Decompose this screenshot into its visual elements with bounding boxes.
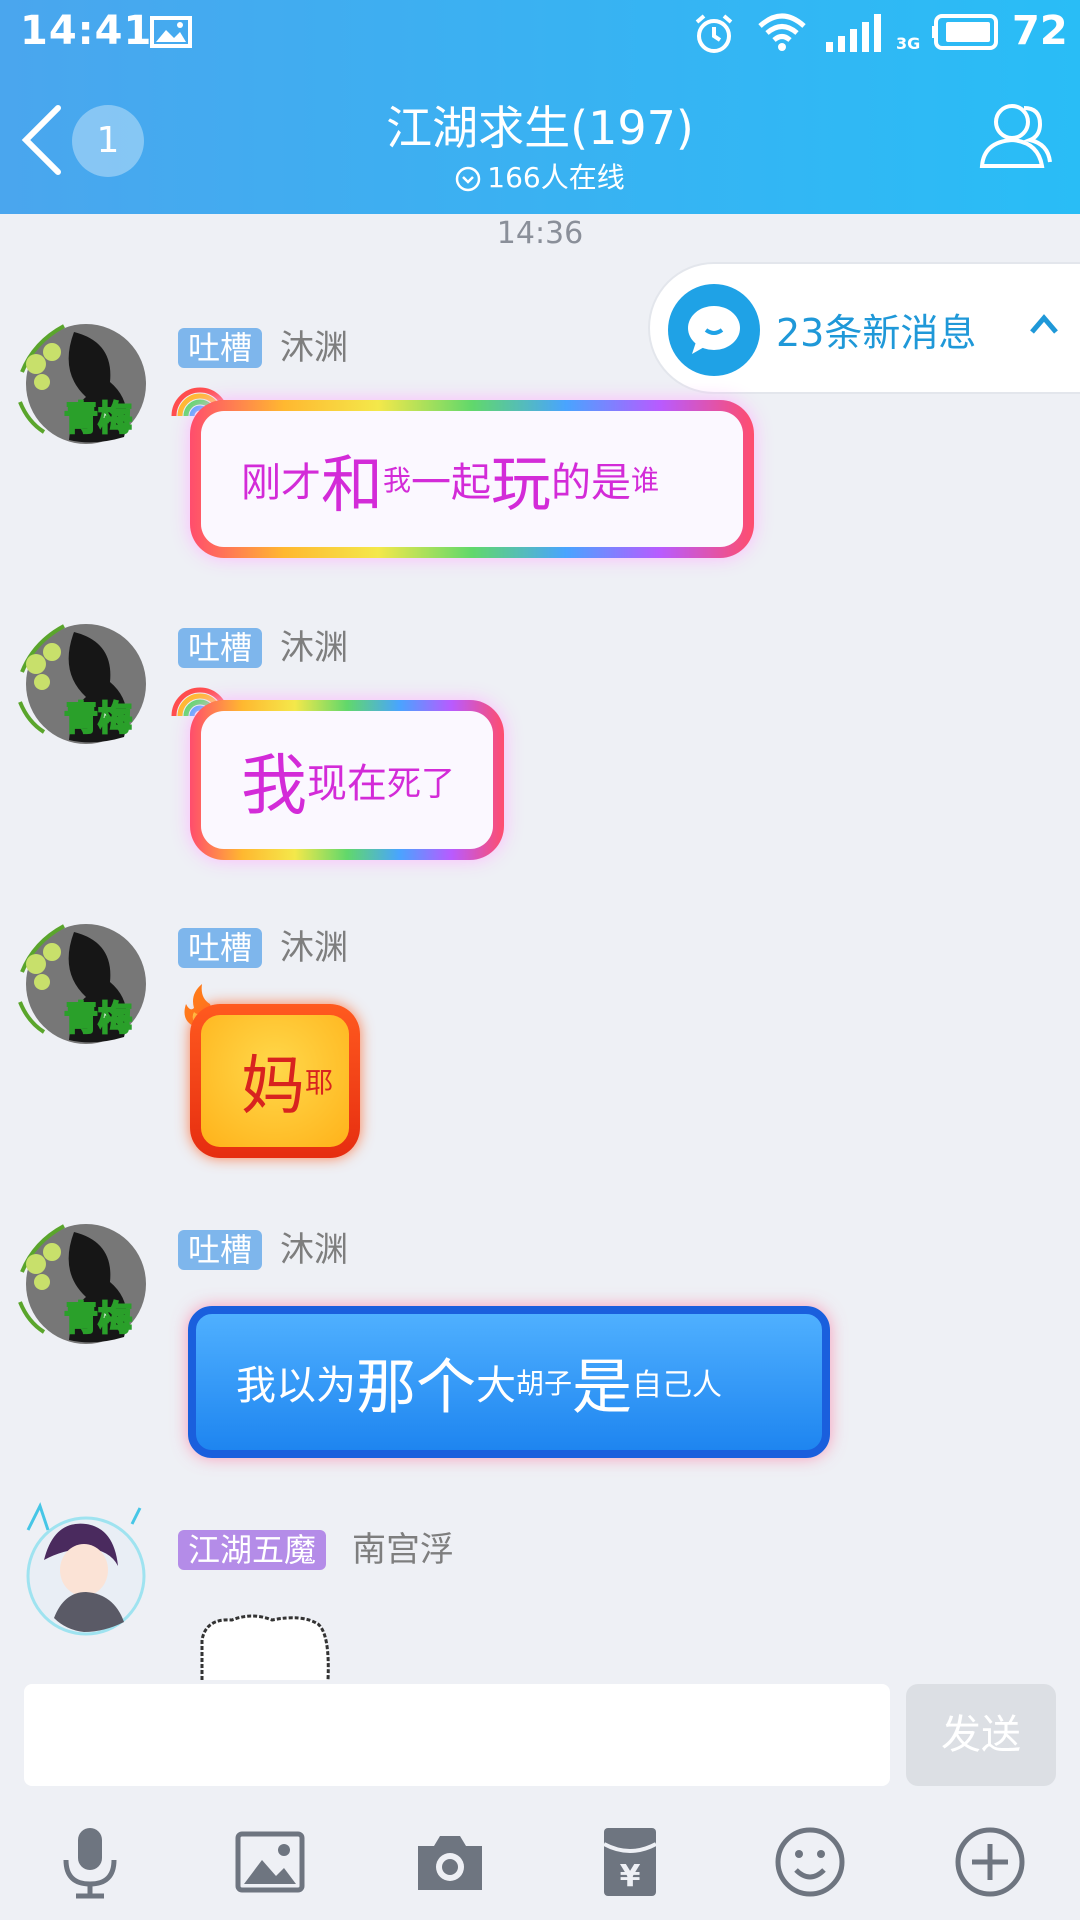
- alarm-icon: [695, 14, 733, 53]
- message-bubble[interactable]: 刚才和我一起玩的是谁: [190, 400, 754, 558]
- chat-bubble-icon: [668, 284, 760, 376]
- avatar-label: 青梅: [64, 1299, 132, 1339]
- signal-icon: [826, 14, 881, 52]
- image-icon[interactable]: [232, 1824, 308, 1900]
- sticker-image[interactable]: [192, 1610, 338, 1680]
- gallery-notification-icon: [150, 16, 192, 48]
- new-messages-button[interactable]: 23条新消息: [648, 262, 1080, 394]
- avatar-qingmei[interactable]: 青梅: [14, 1212, 152, 1350]
- new-messages-label: 23条新消息: [776, 311, 977, 355]
- group-title: 江湖求生(197): [386, 101, 694, 155]
- sender-name[interactable]: 沐渊: [280, 628, 348, 668]
- member-title-tag: 吐槽: [178, 928, 263, 968]
- network-type: 3G: [896, 34, 921, 53]
- message-bubble[interactable]: 我以为 那个大胡子是自己人: [188, 1306, 830, 1458]
- wifi-icon: [758, 13, 806, 51]
- online-count: 166人在线: [487, 161, 625, 194]
- message-input[interactable]: [24, 1684, 890, 1786]
- red-packet-icon[interactable]: ¥: [592, 1824, 668, 1900]
- avatar-qingmei[interactable]: 青梅: [14, 312, 152, 450]
- battery-level: 72: [1012, 8, 1068, 54]
- member-title-tag: 吐槽: [178, 1230, 263, 1270]
- avatar-anime-girl[interactable]: [14, 1500, 152, 1638]
- member-title-tag: 吐槽: [178, 328, 263, 368]
- status-time: 14:41: [20, 8, 153, 54]
- member-title-tag: 江湖五魔: [178, 1530, 327, 1570]
- sender-name[interactable]: 南宫浮: [352, 1530, 454, 1570]
- avatar-label: 青梅: [64, 999, 132, 1039]
- emoji-icon[interactable]: [772, 1824, 848, 1900]
- message-bubble[interactable]: 妈耶: [190, 1004, 360, 1158]
- sender-name[interactable]: 沐渊: [280, 928, 348, 968]
- avatar-label: 青梅: [64, 399, 132, 439]
- plus-icon[interactable]: [952, 1824, 1028, 1900]
- status-bar: 14:41 3G 72: [0, 0, 1080, 66]
- camera-icon[interactable]: [412, 1824, 488, 1900]
- chevron-up-icon: [1030, 314, 1058, 334]
- battery-icon: [932, 14, 998, 50]
- avatar-qingmei[interactable]: 青梅: [14, 612, 152, 750]
- online-status[interactable]: 166人在线: [0, 156, 1080, 196]
- group-members-icon[interactable]: [978, 100, 1054, 172]
- chat-header: 14:41 3G 72 1 江湖求生(197) 166人在线: [0, 0, 1080, 214]
- microphone-icon[interactable]: [52, 1824, 128, 1900]
- member-title-tag: 吐槽: [178, 628, 263, 668]
- message-bubble[interactable]: 我现在 死了: [190, 700, 504, 860]
- sender-name[interactable]: 沐渊: [280, 1230, 348, 1270]
- message-timestamp: 14:36: [496, 216, 584, 251]
- avatar-qingmei[interactable]: 青梅: [14, 912, 152, 1050]
- send-button[interactable]: 发送: [906, 1684, 1056, 1786]
- sender-name[interactable]: 沐渊: [280, 328, 348, 368]
- svg-text:¥: ¥: [620, 1859, 641, 1894]
- chevron-down-circle-icon: [456, 166, 481, 192]
- avatar-label: 青梅: [64, 699, 132, 739]
